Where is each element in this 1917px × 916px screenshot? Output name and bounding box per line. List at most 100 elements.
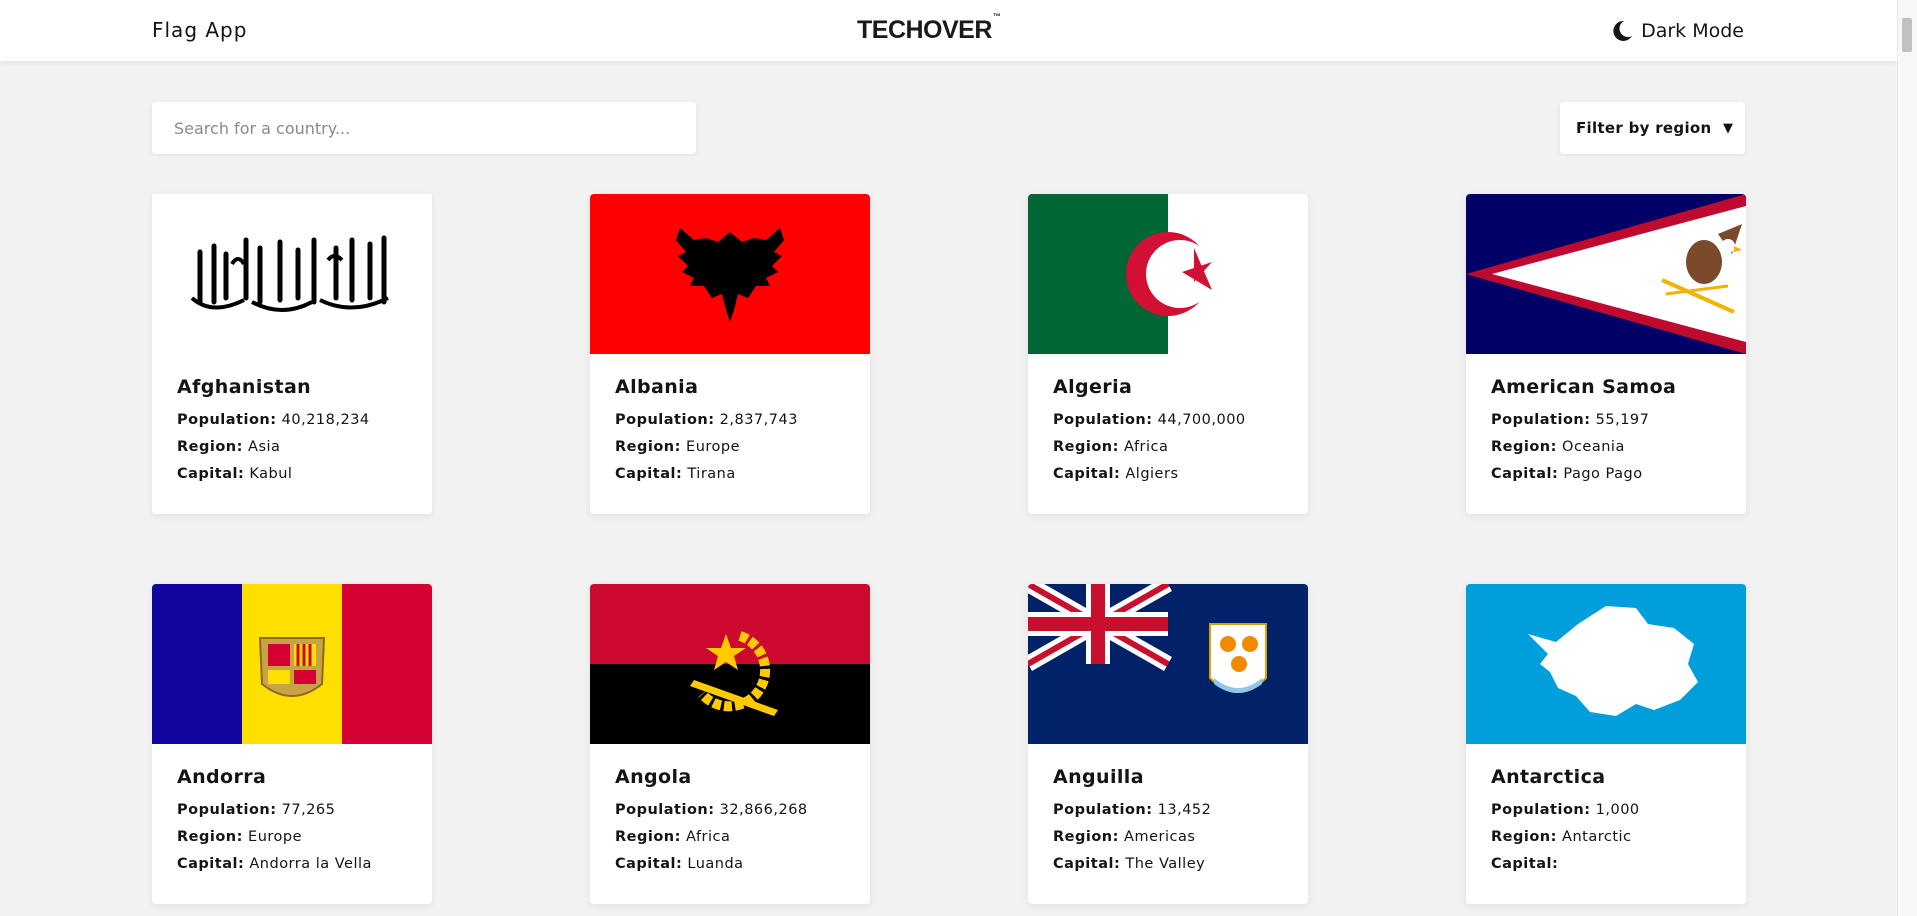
flag-albania-image: [590, 194, 870, 354]
country-card-american-samoa[interactable]: American Samoa Population: 55,197 Region…: [1466, 194, 1746, 514]
country-card-afghanistan[interactable]: Afghanistan Population: 40,218,234 Regio…: [152, 194, 432, 514]
flag-anguilla-image: [1028, 584, 1308, 744]
capital-value: Pago Pago: [1563, 466, 1643, 482]
population-label: Population:: [1053, 412, 1153, 428]
region-value: Africa: [1124, 439, 1169, 455]
population-line: Population: 13,452: [1053, 797, 1283, 824]
country-name: Afghanistan: [177, 376, 312, 398]
region-value: Europe: [686, 439, 741, 455]
country-name: Albania: [615, 376, 699, 398]
country-card-angola[interactable]: Angola Population: 32,866,268 Region: Af…: [590, 584, 870, 904]
region-label: Region:: [1053, 439, 1119, 455]
capital-value: Kabul: [249, 466, 293, 482]
region-value: Oceania: [1562, 439, 1625, 455]
population-label: Population:: [1053, 802, 1153, 818]
population-value: 32,866,268: [719, 802, 808, 818]
population-value: 13,452: [1157, 802, 1212, 818]
country-name: Algeria: [1053, 376, 1133, 398]
search-box[interactable]: [152, 102, 696, 154]
population-line: Population: 32,866,268: [615, 797, 845, 824]
country-card-antarctica[interactable]: Antarctica Population: 1,000 Region: Ant…: [1466, 584, 1746, 904]
population-value: 2,837,743: [719, 412, 798, 428]
region-value: Asia: [248, 439, 281, 455]
region-value: Americas: [1124, 829, 1196, 845]
population-label: Population:: [1491, 802, 1591, 818]
country-name: Antarctica: [1491, 766, 1606, 788]
dark-mode-label: Dark Mode: [1641, 20, 1744, 42]
region-filter-dropdown[interactable]: Filter by region ▼: [1560, 102, 1745, 154]
population-label: Population:: [615, 802, 715, 818]
capital-line: Capital: Pago Pago: [1491, 461, 1721, 488]
logo-text: TECHOVER: [857, 16, 992, 44]
capital-label: Capital:: [615, 466, 683, 482]
country-grid: Afghanistan Population: 40,218,234 Regio…: [152, 194, 1746, 904]
logo-trademark: ™: [992, 11, 1001, 21]
flag-angola-image: [590, 584, 870, 744]
capital-value: Andorra la Vella: [249, 856, 372, 872]
country-card-anguilla[interactable]: Anguilla Population: 13,452 Region: Amer…: [1028, 584, 1308, 904]
population-label: Population:: [177, 802, 277, 818]
region-line: Region: Antarctic: [1491, 824, 1721, 851]
region-value: Africa: [686, 829, 731, 845]
region-value: Antarctic: [1562, 829, 1632, 845]
region-line: Region: Europe: [177, 824, 407, 851]
techover-logo: TECHOVER™: [857, 12, 1001, 45]
scrollbar-thumb[interactable]: [1902, 18, 1912, 52]
population-label: Population:: [615, 412, 715, 428]
region-line: Region: Europe: [615, 434, 845, 461]
moon-icon: [1613, 20, 1633, 41]
region-line: Region: Africa: [615, 824, 845, 851]
population-value: 77,265: [281, 802, 336, 818]
flag-afghanistan-image: [152, 194, 432, 354]
population-line: Population: 55,197: [1491, 407, 1721, 434]
country-card-andorra[interactable]: Andorra Population: 77,265 Region: Europ…: [152, 584, 432, 904]
country-name: Andorra: [177, 766, 267, 788]
flag-american-samoa-image: [1466, 194, 1746, 354]
country-card-algeria[interactable]: Algeria Population: 44,700,000 Region: A…: [1028, 194, 1308, 514]
capital-label: Capital:: [1053, 466, 1121, 482]
capital-label: Capital:: [1053, 856, 1121, 872]
capital-line: Capital: Tirana: [615, 461, 845, 488]
capital-line: Capital: Algiers: [1053, 461, 1283, 488]
population-line: Population: 44,700,000: [1053, 407, 1283, 434]
population-value: 1,000: [1595, 802, 1640, 818]
flag-antarctica-image: [1466, 584, 1746, 744]
population-label: Population:: [177, 412, 277, 428]
region-line: Region: Oceania: [1491, 434, 1721, 461]
capital-label: Capital:: [177, 466, 245, 482]
population-line: Population: 2,837,743: [615, 407, 845, 434]
region-label: Region:: [615, 829, 681, 845]
vertical-scrollbar[interactable]: [1897, 0, 1917, 916]
capital-label: Capital:: [1491, 856, 1559, 872]
country-name: Anguilla: [1053, 766, 1144, 788]
region-label: Region:: [615, 439, 681, 455]
flag-algeria-image: [1028, 194, 1308, 354]
capital-label: Capital:: [177, 856, 245, 872]
population-value: 55,197: [1595, 412, 1650, 428]
region-line: Region: Asia: [177, 434, 407, 461]
capital-line: Capital: Kabul: [177, 461, 407, 488]
population-line: Population: 40,218,234: [177, 407, 407, 434]
capital-label: Capital:: [615, 856, 683, 872]
region-label: Region:: [1491, 829, 1557, 845]
search-input[interactable]: [152, 102, 696, 154]
capital-value: Algiers: [1125, 466, 1179, 482]
region-value: Europe: [248, 829, 303, 845]
dark-mode-toggle[interactable]: Dark Mode: [1613, 16, 1744, 46]
app-title: Flag App: [152, 18, 248, 42]
caret-down-icon: ▼: [1723, 120, 1733, 136]
capital-line: Capital: Luanda: [615, 851, 845, 878]
country-name: Angola: [615, 766, 692, 788]
flag-andorra-image: [152, 584, 432, 744]
capital-line: Capital: Andorra la Vella: [177, 851, 407, 878]
region-label: Region:: [177, 439, 243, 455]
region-label: Region:: [177, 829, 243, 845]
country-name: American Samoa: [1491, 376, 1677, 398]
population-line: Population: 1,000: [1491, 797, 1721, 824]
population-value: 40,218,234: [281, 412, 370, 428]
capital-value: Luanda: [687, 856, 744, 872]
filter-label: Filter by region: [1576, 119, 1712, 137]
country-card-albania[interactable]: Albania Population: 2,837,743 Region: Eu…: [590, 194, 870, 514]
capital-value: Tirana: [687, 466, 736, 482]
population-value: 44,700,000: [1157, 412, 1246, 428]
